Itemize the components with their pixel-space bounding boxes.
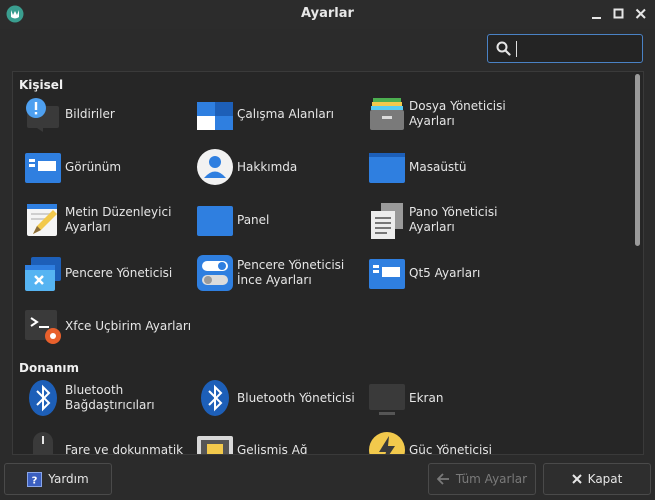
about-me-icon [195,147,235,187]
item-notifications[interactable]: Bildiriler [23,94,193,138]
file-manager-icon [367,94,407,134]
item-appearance[interactable]: Görünüm [23,147,193,191]
scrollbar-thumb[interactable] [635,74,640,246]
window-manager-icon [23,253,63,293]
close-window-button[interactable] [634,7,648,21]
all-settings-label: Tüm Ayarlar [455,472,528,486]
item-workspaces[interactable]: Çalışma Alanları [195,94,365,138]
help-icon: ? [27,471,43,487]
minimize-button[interactable] [590,7,604,21]
all-settings-button[interactable]: Tüm Ayarlar [428,463,536,495]
item-label: Pano Yöneticisi Ayarları [409,205,498,234]
help-label: Yardım [48,472,89,486]
power-manager-icon [367,430,407,454]
item-label: Hakkımda [237,159,298,174]
display-icon [367,378,407,418]
maximize-button[interactable] [612,7,626,21]
section-hardware-label: Donanım [19,361,80,375]
search-icon [496,41,511,56]
text-caret [516,41,517,57]
scrollbar[interactable] [631,72,643,454]
bluetooth-icon [23,378,63,418]
item-qt5-settings[interactable]: Qt5 Ayarları [367,253,537,297]
item-text-editor[interactable]: Metin Düzenleyici Ayarları [23,200,193,244]
network-icon [195,430,235,454]
item-bluetooth-manager[interactable]: Bluetooth Yöneticisi [195,378,365,422]
close-button[interactable]: Kapat [543,463,651,495]
item-label: Panel [237,212,270,227]
close-icon [635,8,646,19]
clipboard-manager-icon [367,200,407,240]
item-power-manager[interactable]: Güç Yöneticisi [367,430,537,455]
window-tweaks-icon [195,253,235,293]
item-label: Metin Düzenleyici Ayarları [65,205,172,234]
item-label: Bildiriler [65,106,115,121]
close-x-icon [571,474,582,484]
search-input[interactable] [487,34,643,63]
section-personal-label: Kişisel [19,78,64,92]
maximize-icon [613,8,624,19]
mouse-icon [23,430,63,454]
qt5-settings-icon [367,253,407,293]
text-editor-icon [23,200,63,240]
item-bluetooth-adapters[interactable]: Bluetooth Bağdaştırıcıları [23,378,193,422]
item-label: Bluetooth Bağdaştırıcıları [65,383,155,412]
item-desktop[interactable]: Masaüstü [367,147,537,191]
item-about-me[interactable]: Hakkımda [195,147,365,191]
item-label: Güç Yöneticisi [409,442,492,455]
item-clipboard-manager[interactable]: Pano Yöneticisi Ayarları [367,200,537,244]
svg-text:?: ? [32,475,38,486]
item-file-manager[interactable]: Dosya Yöneticisi Ayarları [367,94,537,138]
help-button[interactable]: ? Yardım [4,463,112,495]
item-window-tweaks[interactable]: Pencere Yöneticisi İnce Ayarları [195,253,365,297]
title-bar[interactable]: Ayarlar [0,0,655,29]
item-label: Masaüstü [409,159,467,174]
bluetooth-manager-icon [195,378,235,418]
item-label: Qt5 Ayarları [409,265,481,280]
item-label: Fare ve dokunmatik [65,442,184,455]
panel-icon [195,200,235,240]
item-advanced-network[interactable]: Gelişmiş Ağ [195,430,365,455]
item-label: Ekran [409,390,444,405]
item-label: Dosya Yöneticisi Ayarları [409,99,506,128]
item-label: Gelişmiş Ağ [237,442,308,455]
item-mouse-touchpad[interactable]: Fare ve dokunmatik [23,430,193,455]
workspaces-icon [195,94,235,134]
window-title: Ayarlar [301,6,354,21]
minimize-icon [592,17,601,19]
arrow-left-icon [436,473,450,485]
appearance-icon [23,147,63,187]
terminal-settings-icon [23,306,63,346]
desktop-icon [367,147,407,187]
item-panel[interactable]: Panel [195,200,365,244]
settings-panel[interactable]: Kişisel Bildiriler Çalışma Alanları Dosy… [12,71,644,455]
item-label: Pencere Yöneticisi [65,265,173,280]
item-window-manager[interactable]: Pencere Yöneticisi [23,253,193,297]
notifications-icon [23,94,63,134]
item-label: Pencere Yöneticisi İnce Ayarları [237,258,345,287]
item-label: Çalışma Alanları [237,106,334,121]
item-label: Xfce Uçbirim Ayarları [65,318,192,333]
item-terminal-settings[interactable]: Xfce Uçbirim Ayarları [23,306,193,350]
close-label: Kapat [587,472,623,486]
item-label: Görünüm [65,159,122,174]
item-display[interactable]: Ekran [367,378,537,422]
item-label: Bluetooth Yöneticisi [237,390,355,405]
